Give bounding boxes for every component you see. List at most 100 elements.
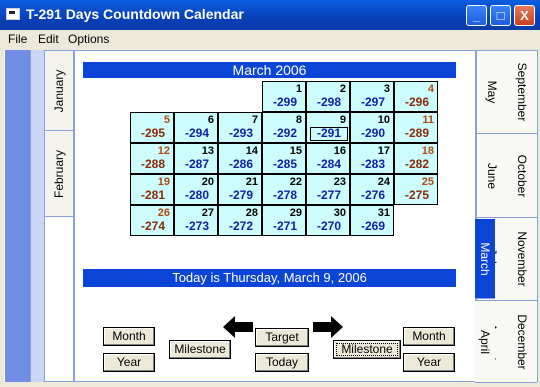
calendar-day[interactable]: 6 -294: [174, 112, 218, 143]
countdown-value: -277: [316, 188, 341, 202]
calendar-day[interactable]: 12 -288: [130, 143, 174, 174]
day-number: 31: [377, 207, 390, 219]
calendar-day[interactable]: 4 -296: [394, 81, 438, 112]
maximize-button[interactable]: □: [490, 5, 511, 26]
calendar-day[interactable]: 25 -275: [394, 174, 438, 205]
day-number: 13: [201, 145, 214, 157]
countdown-value: -292: [272, 126, 297, 140]
countdown-value: -299: [272, 95, 297, 109]
day-number: 21: [245, 176, 258, 188]
countdown-value: -275: [404, 188, 429, 202]
calendar-day[interactable]: 24 -276: [350, 174, 394, 205]
today-label: Today is Thursday, March 9, 2006: [83, 269, 456, 287]
calendar-day[interactable]: 8 -292: [262, 112, 306, 143]
minimize-button[interactable]: _: [466, 5, 487, 26]
day-number: 26: [157, 207, 170, 219]
tab-february[interactable]: February: [45, 131, 73, 217]
calendar-panel: March 2006 1 -299 2 -298 3 -297 4 -296 5 -295 6 -29…: [74, 50, 476, 382]
calendar-day[interactable]: 21 -279: [218, 174, 262, 205]
tab-april[interactable]: April: [475, 301, 495, 383]
tab-november[interactable]: November: [507, 218, 537, 301]
tab-june-label: June: [485, 162, 499, 189]
arrow-right-icon: [313, 316, 343, 338]
calendar-day[interactable]: 30 -270: [306, 205, 350, 236]
countdown-value: -290: [360, 126, 385, 140]
menu-options[interactable]: Options: [68, 32, 109, 46]
day-number: 1: [295, 83, 302, 95]
year-back-button[interactable]: Year: [103, 353, 155, 372]
day-number: 5: [163, 114, 170, 126]
target-button[interactable]: Target: [255, 328, 309, 347]
calendar-day[interactable]: 22 -278: [262, 174, 306, 205]
menu-file[interactable]: File: [8, 32, 27, 46]
app-icon: [6, 8, 20, 20]
menu-edit[interactable]: Edit: [38, 32, 59, 46]
day-number: 9: [339, 114, 346, 126]
day-number: 4: [427, 83, 434, 95]
tab-may-label: May: [485, 80, 499, 104]
today-button[interactable]: Today: [255, 353, 309, 372]
calendar-day[interactable]: 23 -277: [306, 174, 350, 205]
countdown-value: -271: [272, 219, 297, 233]
tab-november-label: November: [515, 231, 529, 287]
month-back-button[interactable]: Month: [103, 327, 155, 346]
calendar-day[interactable]: 27 -273: [174, 205, 218, 236]
window-title: T-291 Days Countdown Calendar: [26, 6, 244, 22]
tab-january[interactable]: January: [45, 51, 73, 131]
calendar-day[interactable]: 17 -283: [350, 143, 394, 174]
countdown-value: -297: [360, 95, 385, 109]
day-number: 25: [421, 176, 434, 188]
countdown-value: -287: [184, 157, 209, 171]
calendar-day[interactable]: 28 -272: [218, 205, 262, 236]
calendar-day[interactable]: 11 -289: [394, 112, 438, 143]
calendar-day[interactable]: 7 -293: [218, 112, 262, 143]
calendar-day[interactable]: 10 -290: [350, 112, 394, 143]
calendar-day[interactable]: 19 -281: [130, 174, 174, 205]
countdown-value: -288: [140, 157, 165, 171]
tab-april-label: April: [478, 329, 492, 354]
tab-march[interactable]: March: [475, 219, 495, 299]
day-number: 2: [339, 83, 346, 95]
countdown-value: -286: [228, 157, 253, 171]
countdown-value: -289: [404, 126, 429, 140]
tab-december[interactable]: December: [507, 301, 537, 383]
month-forward-button[interactable]: Month: [403, 327, 455, 346]
calendar-day[interactable]: 31 -269: [350, 205, 394, 236]
calendar-day[interactable]: 9 -291: [306, 112, 350, 143]
tab-may[interactable]: May: [477, 51, 507, 134]
calendar-day[interactable]: 16 -284: [306, 143, 350, 174]
calendar-day[interactable]: 18 -282: [394, 143, 438, 174]
calendar-day[interactable]: 13 -287: [174, 143, 218, 174]
calendar-day[interactable]: 1 -299: [262, 81, 306, 112]
year-forward-button[interactable]: Year: [403, 353, 455, 372]
calendar-day[interactable]: 14 -286: [218, 143, 262, 174]
tab-june[interactable]: June: [477, 134, 507, 218]
month-title: March 2006: [83, 62, 456, 78]
calendar-day[interactable]: 26 -274: [130, 205, 174, 236]
day-number: 12: [157, 145, 170, 157]
countdown-value: -298: [316, 95, 341, 109]
day-number: 14: [245, 145, 258, 157]
close-button[interactable]: X: [514, 5, 535, 26]
calendar-day[interactable]: 29 -271: [262, 205, 306, 236]
milestone-forward-button[interactable]: Milestone: [333, 340, 401, 359]
main-frame: January February March 2006 1 -299 2 -298 3-…: [0, 48, 540, 387]
countdown-value: -278: [272, 188, 297, 202]
countdown-value: -274: [140, 219, 165, 233]
milestone-back-button[interactable]: Milestone: [169, 340, 231, 359]
tab-september[interactable]: September: [507, 51, 537, 134]
day-number: 11: [422, 114, 434, 126]
today-highlight: [310, 127, 348, 141]
countdown-value: -269: [360, 219, 385, 233]
countdown-value: -279: [228, 188, 253, 202]
calendar-day[interactable]: 5 -295: [130, 112, 174, 143]
menu-bar: File Edit Options: [0, 30, 540, 48]
calendar-day[interactable]: 2 -298: [306, 81, 350, 112]
calendar-day[interactable]: 3 -297: [350, 81, 394, 112]
countdown-value: -296: [404, 95, 429, 109]
calendar-day[interactable]: 20 -280: [174, 174, 218, 205]
calendar-day[interactable]: 15 -285: [262, 143, 306, 174]
day-number: 7: [251, 114, 258, 126]
countdown-value: -294: [184, 126, 209, 140]
tab-october[interactable]: October: [507, 134, 537, 218]
